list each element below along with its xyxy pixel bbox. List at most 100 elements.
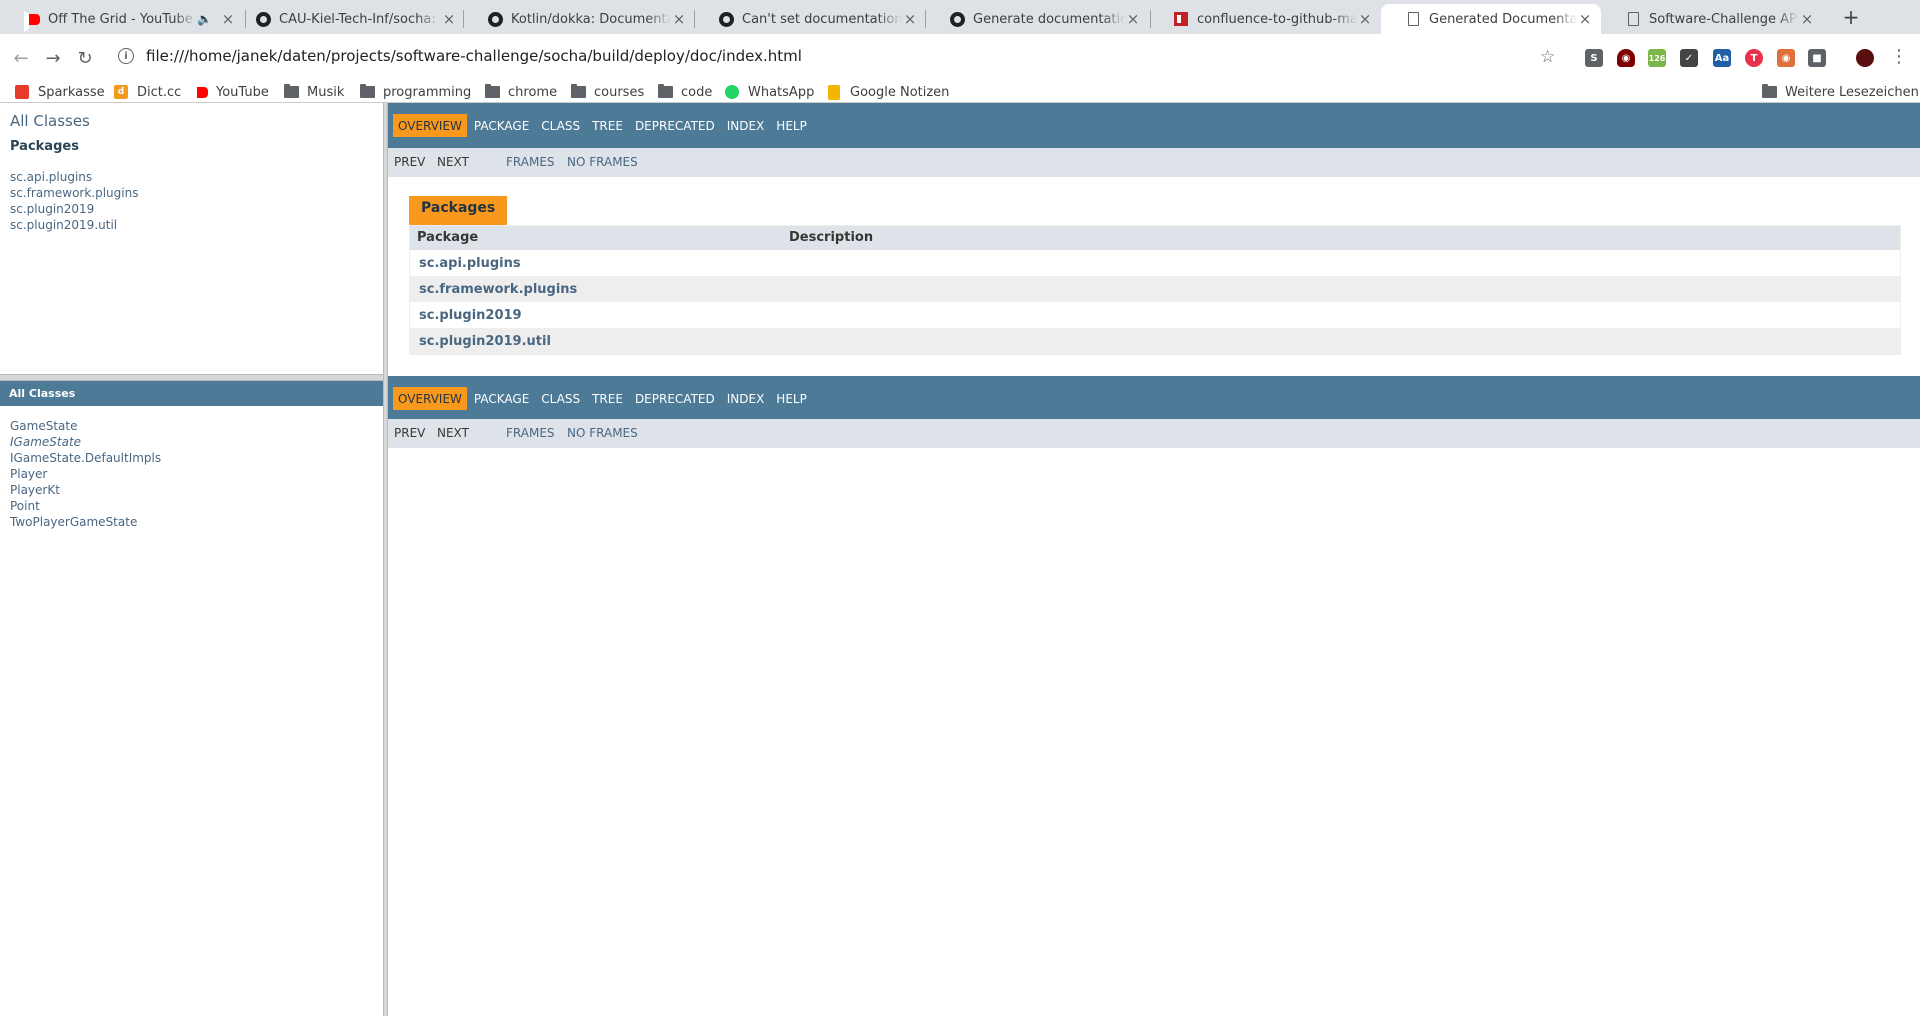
dictionary-icon[interactable]: Aa xyxy=(1713,49,1731,67)
nav-package: PACKAGE xyxy=(473,392,530,406)
folder-icon xyxy=(570,84,586,100)
no-frames-link[interactable]: NO FRAMES xyxy=(567,155,638,169)
bookmark-folder-musik[interactable]: Musik xyxy=(283,84,344,100)
package-link[interactable]: sc.plugin2019 xyxy=(10,202,94,216)
bookmark-folder-code[interactable]: code xyxy=(657,84,712,100)
ublock-icon[interactable]: ◉ xyxy=(1617,49,1635,67)
package-link[interactable]: sc.framework.plugins xyxy=(419,282,577,297)
extension-archive-icon[interactable]: ■ xyxy=(1808,49,1826,67)
frames-link[interactable]: FRAMES xyxy=(506,426,555,440)
nav-deprecated[interactable]: DEPRECATED xyxy=(630,114,720,137)
back-arrow-icon[interactable]: ← xyxy=(8,45,34,71)
interface-link[interactable]: IGameState xyxy=(10,435,81,449)
top-subnav: PREV NEXT FRAMES NO FRAMES xyxy=(388,148,1920,177)
class-link[interactable]: Point xyxy=(10,499,40,513)
bookmark-label: Google Notizen xyxy=(850,84,950,100)
profile-avatar[interactable] xyxy=(1856,49,1874,67)
forward-arrow-icon[interactable]: → xyxy=(40,45,66,71)
bookmark-folder-chrome[interactable]: chrome xyxy=(484,84,557,100)
package-link[interactable]: sc.api.plugins xyxy=(10,170,92,184)
close-icon[interactable]: × xyxy=(902,10,918,28)
bookmark-label: Weitere Lesezeichen xyxy=(1785,84,1919,100)
tab-generate-documentation[interactable]: Generate documentation fo × xyxy=(925,4,1149,34)
bookmark-label: Musik xyxy=(307,84,345,100)
reload-icon[interactable]: ↻ xyxy=(72,45,98,71)
close-icon[interactable]: × xyxy=(441,10,457,28)
table-header: Package Description xyxy=(410,226,1900,250)
packages-heading: Packages xyxy=(10,139,79,154)
package-link[interactable]: sc.plugin2019 xyxy=(419,308,522,323)
github-icon xyxy=(255,11,271,27)
close-icon[interactable]: × xyxy=(1125,10,1141,28)
package-link[interactable]: sc.plugin2019.util xyxy=(10,218,117,232)
tab-title: CAU-Kiel-Tech-Inf/socha: Se xyxy=(279,11,441,27)
bookmark-dictcc[interactable]: d Dict.cc xyxy=(113,84,181,100)
nav-help[interactable]: HELP xyxy=(771,114,812,137)
packages-caption: Packages xyxy=(409,196,508,225)
nav-index[interactable]: INDEX xyxy=(722,114,770,137)
close-icon[interactable]: × xyxy=(1799,10,1815,28)
class-link[interactable]: GameState xyxy=(10,419,78,433)
table-row: sc.plugin2019.util xyxy=(410,328,1900,354)
table-row: sc.api.plugins xyxy=(410,250,1900,276)
tab-socha[interactable]: CAU-Kiel-Tech-Inf/socha: Se × xyxy=(231,4,465,34)
nav-package: PACKAGE xyxy=(473,119,530,133)
bookmark-sparkasse[interactable]: Sparkasse xyxy=(14,84,105,100)
class-link[interactable]: Player xyxy=(10,467,47,481)
nav-help[interactable]: HELP xyxy=(771,387,812,410)
extension-orange-icon[interactable]: ◉ xyxy=(1777,49,1795,67)
bookmark-star-icon[interactable]: ☆ xyxy=(1540,47,1555,67)
package-link[interactable]: sc.framework.plugins xyxy=(10,186,138,200)
tab-dokka[interactable]: Kotlin/dokka: Documentati × xyxy=(463,4,695,34)
close-icon[interactable]: × xyxy=(671,10,687,28)
nav-class: CLASS xyxy=(541,119,581,133)
bookmark-label: programming xyxy=(383,84,472,100)
bookmark-label: WhatsApp xyxy=(748,84,815,100)
package-link[interactable]: sc.api.plugins xyxy=(419,256,521,271)
bookmark-youtube[interactable]: YouTube xyxy=(192,84,269,100)
url-text[interactable]: file:///home/janek/daten/projects/softwa… xyxy=(146,47,802,65)
tab-confluence[interactable]: confluence-to-github-mark × xyxy=(1149,4,1381,34)
bookmark-label: Dict.cc xyxy=(137,84,182,100)
bookmark-folder-programming[interactable]: programming xyxy=(359,84,471,100)
speaker-icon[interactable]: 🔈 xyxy=(197,12,212,26)
tab-software-challenge-api[interactable]: Software-Challenge API 19. × xyxy=(1601,4,1823,34)
nav-deprecated[interactable]: DEPRECATED xyxy=(630,387,720,410)
extension-s-icon[interactable]: S xyxy=(1585,49,1603,67)
extension-t-icon[interactable]: T xyxy=(1745,49,1763,67)
close-icon[interactable]: × xyxy=(1577,10,1593,28)
close-icon[interactable]: × xyxy=(1357,10,1373,28)
tab-documentation-title[interactable]: Can't set documentation ti × xyxy=(694,4,926,34)
pocket-icon[interactable]: ✓ xyxy=(1680,49,1698,67)
frames-link[interactable]: FRAMES xyxy=(506,155,555,169)
tab-generated-documentation[interactable]: Generated Documentation × xyxy=(1381,4,1601,34)
github-icon xyxy=(487,11,503,27)
nav-index[interactable]: INDEX xyxy=(722,387,770,410)
address-bar[interactable]: i file:///home/janek/daten/projects/soft… xyxy=(110,42,1565,70)
bottom-subnav: PREV NEXT FRAMES NO FRAMES xyxy=(388,419,1920,448)
tab-title: Generated Documentation xyxy=(1429,11,1577,27)
nav-tree[interactable]: TREE xyxy=(587,387,628,410)
github-icon xyxy=(718,11,734,27)
menu-dots-icon[interactable]: ⋮ xyxy=(1890,46,1908,67)
class-link[interactable]: IGameState.DefaultImpls xyxy=(10,451,161,465)
all-classes-link[interactable]: All Classes xyxy=(10,112,90,130)
info-icon[interactable]: i xyxy=(118,48,134,64)
horizontal-frame-splitter[interactable] xyxy=(0,374,383,381)
overview-frame: OVERVIEW PACKAGE CLASS TREE DEPRECATED I… xyxy=(388,103,1920,1016)
bottom-navbar: OVERVIEW PACKAGE CLASS TREE DEPRECATED I… xyxy=(388,376,1920,421)
bookmark-folder-courses[interactable]: courses xyxy=(570,84,644,100)
bookmark-other-bookmarks[interactable]: Weitere Lesezeichen xyxy=(1761,84,1919,100)
bookmark-google-notizen[interactable]: Google Notizen xyxy=(826,84,949,100)
nav-tree[interactable]: TREE xyxy=(587,114,628,137)
tab-youtube[interactable]: Off The Grid - YouTube 🔈 × xyxy=(0,4,244,34)
package-link[interactable]: sc.plugin2019.util xyxy=(419,334,551,349)
bookmark-whatsapp[interactable]: WhatsApp xyxy=(724,84,814,100)
class-link[interactable]: TwoPlayerGameState xyxy=(10,515,137,529)
class-link[interactable]: PlayerKt xyxy=(10,483,60,497)
bookmark-label: Sparkasse xyxy=(38,84,105,100)
no-frames-link[interactable]: NO FRAMES xyxy=(567,426,638,440)
new-tab-button[interactable]: + xyxy=(1838,4,1864,30)
sparkasse-icon xyxy=(14,84,30,100)
extension-badge-icon[interactable]: 126 xyxy=(1648,49,1666,67)
